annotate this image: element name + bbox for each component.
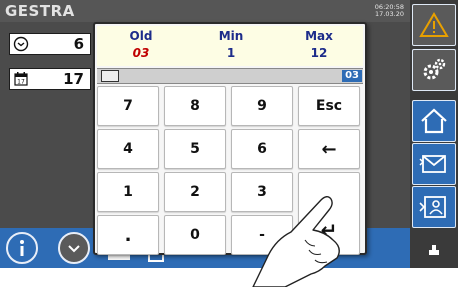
clock-readout: 06:20:58 17.03.20 [356, 4, 404, 18]
network-icon [429, 245, 439, 255]
info-button[interactable] [6, 232, 38, 264]
key-0[interactable]: 0 [164, 215, 226, 255]
messages-button[interactable] [412, 143, 456, 185]
max-value: 12 [310, 46, 328, 60]
key-8[interactable]: 8 [164, 86, 226, 126]
time-field[interactable]: 6 [9, 33, 91, 55]
key-5[interactable]: 5 [164, 129, 226, 169]
key-6[interactable]: 6 [231, 129, 293, 169]
key-escape[interactable]: Esc [298, 86, 360, 126]
min-value: 1 [226, 46, 236, 60]
calendar-icon: 17 [14, 72, 28, 86]
date-field-value: 17 [63, 70, 84, 88]
settings-button[interactable] [412, 49, 456, 91]
clock-chevron-icon [68, 245, 80, 253]
current-value: 03 [342, 70, 362, 82]
network-status [410, 232, 458, 268]
keyboard-icon [101, 70, 119, 82]
gears-icon [423, 58, 446, 80]
brand-logo: GESTRA [5, 2, 75, 20]
warning-button[interactable] [412, 4, 456, 46]
max-column: Max 12 [289, 29, 349, 60]
key-2[interactable]: 2 [164, 172, 226, 212]
max-label: Max [305, 29, 333, 43]
clock-icon [13, 36, 29, 52]
old-value: 03 [132, 46, 150, 60]
date-field[interactable]: 17 17 [9, 68, 91, 90]
home-icon [421, 108, 447, 134]
top-bar: GESTRA 06:20:58 17.03.20 [0, 0, 410, 22]
user-login-button[interactable] [412, 186, 456, 228]
right-sidebar [410, 0, 458, 268]
home-button[interactable] [412, 100, 456, 142]
key-4[interactable]: 4 [97, 129, 159, 169]
key-7[interactable]: 7 [97, 86, 159, 126]
envelope-icon [419, 155, 446, 173]
info-icon [20, 240, 24, 256]
key-1[interactable]: 1 [97, 172, 159, 212]
key-backspace[interactable]: ← [298, 129, 360, 169]
warning-icon [419, 12, 449, 37]
time-field-value: 6 [73, 35, 84, 53]
old-label: Old [129, 29, 153, 43]
svg-text:17: 17 [17, 79, 25, 86]
min-column: Min 1 [201, 29, 261, 60]
user-login-icon [419, 196, 446, 218]
clock-button[interactable] [58, 232, 90, 264]
key-decimal-point[interactable]: . [97, 215, 159, 255]
touch-hand-icon [252, 196, 340, 287]
old-column: Old 03 [111, 29, 171, 60]
min-label: Min [218, 29, 244, 43]
clock-date: 17.03.20 [375, 10, 404, 18]
value-input[interactable]: 03 [97, 68, 363, 84]
key-9[interactable]: 9 [231, 86, 293, 126]
range-header: Old 03 Min 1 Max 12 [97, 26, 363, 66]
device-screen: GESTRA 06:20:58 17.03.20 6 17 17 Old 03 … [0, 0, 458, 268]
